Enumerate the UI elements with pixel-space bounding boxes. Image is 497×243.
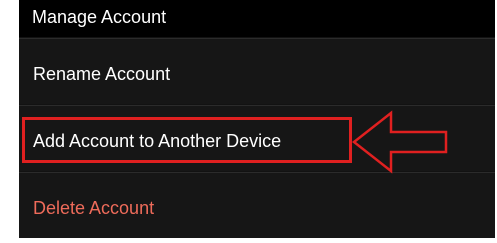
delete-account-label: Delete Account [33, 198, 155, 218]
rename-account-row[interactable]: Rename Account [19, 38, 495, 104]
add-account-to-another-device-row[interactable]: Add Account to Another Device [19, 105, 495, 171]
delete-account-row[interactable]: Delete Account [19, 172, 495, 238]
section-title: Manage Account [32, 7, 167, 27]
manage-account-panel: Manage Account Rename Account Add Accoun… [19, 0, 495, 238]
add-account-to-another-device-label: Add Account to Another Device [33, 131, 282, 151]
rename-account-label: Rename Account [33, 64, 171, 84]
section-header: Manage Account [19, 0, 495, 37]
